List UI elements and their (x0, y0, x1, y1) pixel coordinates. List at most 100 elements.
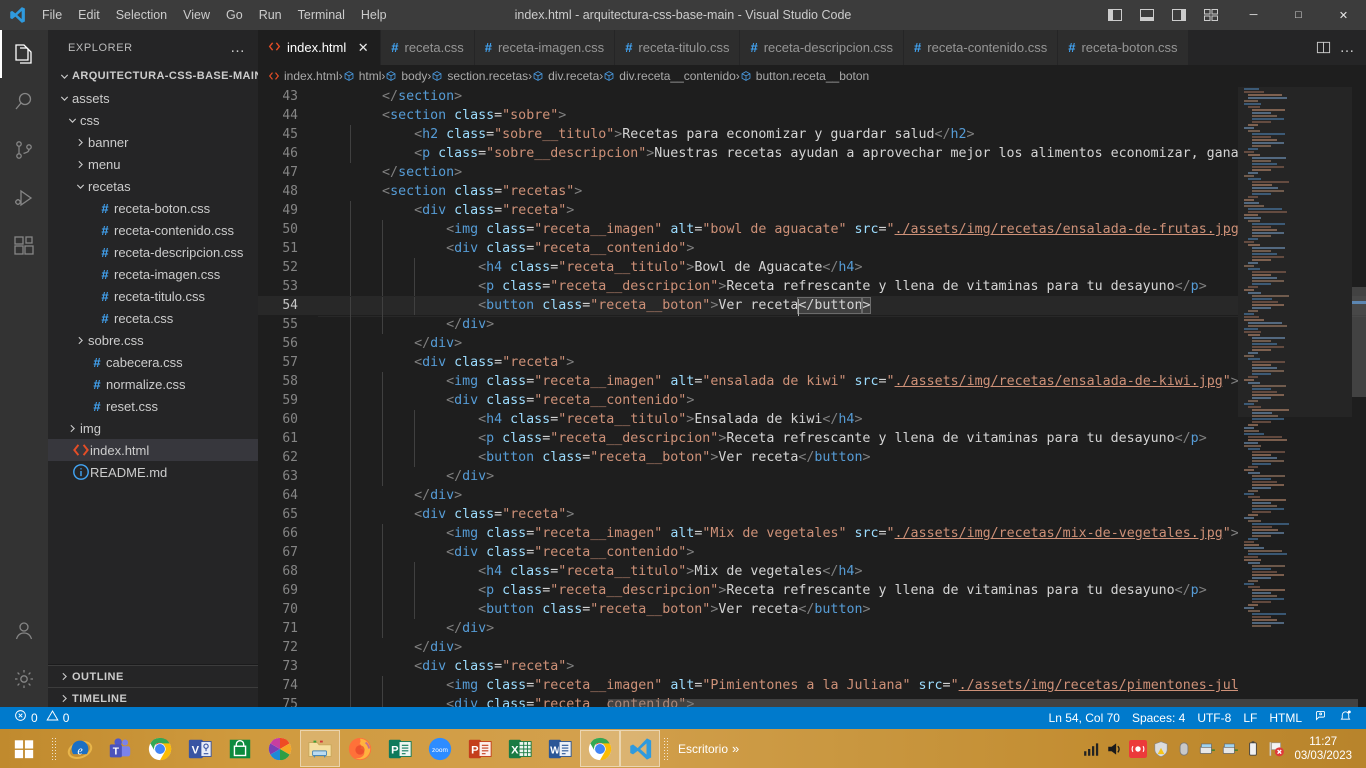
toggle-primary-sidebar-icon[interactable] (1099, 0, 1131, 30)
code-text[interactable]: </div> (318, 619, 494, 638)
code-text[interactable]: <div class="receta"> (318, 657, 574, 676)
code-content[interactable]: 43 </section> 44 <section class="sobre"> 4… (258, 87, 1366, 709)
menu-view[interactable]: View (175, 0, 218, 30)
breadcrumb-item[interactable]: section.recetas (431, 69, 528, 83)
taskbar-desktop-toolbar[interactable]: Escritorio » (678, 741, 739, 756)
activity-settings[interactable] (0, 655, 48, 703)
tree-item-receta-descripcion-css[interactable]: # receta-descripcion.css (48, 241, 258, 263)
code-line[interactable]: 67 <div class="receta__contenido"> (258, 543, 1366, 562)
code-text[interactable]: <div class="receta"> (318, 201, 574, 220)
status-cursor-position[interactable]: Ln 54, Col 70 (1043, 707, 1126, 729)
more-actions-icon[interactable]: … (1336, 30, 1358, 65)
file-tree[interactable]: ARQUITECTURA-CSS-BASE-MAIN assets css bann… (48, 65, 258, 664)
taskbar-app-internet-explorer[interactable]: e (60, 730, 100, 767)
code-text[interactable]: <button class="receta__boton">Ver receta… (318, 600, 870, 619)
code-line[interactable]: 69 <p class="receta__descripcion">Receta… (258, 581, 1366, 600)
code-line[interactable]: 50 <img class="receta__imagen" alt="bowl… (258, 220, 1366, 239)
code-text[interactable]: <div class="receta__contenido"> (318, 543, 694, 562)
code-text[interactable]: </div> (318, 334, 462, 353)
code-line[interactable]: 70 <button class="receta__boton">Ver rec… (258, 600, 1366, 619)
code-text[interactable]: <img class="receta__imagen" alt="Pimient… (318, 676, 1311, 695)
code-line[interactable]: 45 <h2 class="sobre__titulo">Recetas par… (258, 125, 1366, 144)
code-text[interactable]: <img class="receta__imagen" alt="ensalad… (318, 372, 1239, 391)
taskbar-apps[interactable]: e T V Pzoom P X W (60, 729, 660, 768)
menu-terminal[interactable]: Terminal (290, 0, 353, 30)
taskbar-app-microsoft-visio[interactable]: V (180, 730, 220, 767)
taskbar-app-zoom[interactable]: zoom (420, 730, 460, 767)
breadcrumb-item[interactable]: button.receta__boton (740, 69, 869, 83)
status-feedback[interactable] (1308, 707, 1333, 729)
menu-bar[interactable]: File Edit Selection View Go Run Terminal… (34, 0, 395, 30)
code-line[interactable]: 58 <img class="receta__imagen" alt="ensa… (258, 372, 1366, 391)
taskbar-app-visual-studio-code[interactable] (620, 730, 660, 767)
shield-warning-icon[interactable] (1152, 740, 1170, 758)
code-text[interactable]: </div> (318, 638, 462, 657)
code-line[interactable]: 54 <button class="receta__boton">Ver rec… (258, 296, 1366, 317)
tree-item-receta-boton-css[interactable]: # receta-boton.css (48, 197, 258, 219)
code-line[interactable]: 59 <div class="receta__contenido"> (258, 391, 1366, 410)
code-text[interactable]: <img class="receta__imagen" alt="bowl de… (318, 220, 1255, 239)
tab-receta-imagen-css[interactable]: # receta-imagen.css (474, 30, 616, 65)
code-line[interactable]: 73 <div class="receta"> (258, 657, 1366, 676)
tree-root-folder[interactable]: ARQUITECTURA-CSS-BASE-MAIN (48, 65, 258, 87)
code-text[interactable]: </div> (318, 467, 494, 486)
customize-layout-icon[interactable] (1195, 0, 1227, 30)
status-encoding[interactable]: UTF-8 (1191, 707, 1237, 729)
network-2-icon[interactable] (1221, 740, 1239, 758)
taskbar-app-microsoft-word[interactable]: W (540, 730, 580, 767)
code-line[interactable]: 44 <section class="sobre"> (258, 106, 1366, 125)
breadcrumb-item[interactable]: div.receta__contenido (603, 69, 736, 83)
code-line[interactable]: 62 <button class="receta__boton">Ver rec… (258, 448, 1366, 467)
tab-receta-contenido-css[interactable]: # receta-contenido.css (904, 30, 1059, 65)
tree-item-assets[interactable]: assets (48, 87, 258, 109)
taskbar-app-microsoft-powerpoint[interactable]: P (460, 730, 500, 767)
tree-item-receta-titulo-css[interactable]: # receta-titulo.css (48, 285, 258, 307)
code-text[interactable]: </section> (318, 87, 462, 106)
code-line[interactable]: 49 <div class="receta"> (258, 201, 1366, 220)
code-text[interactable]: <div class="receta__contenido"> (318, 239, 694, 258)
activity-run-debug[interactable] (0, 174, 48, 222)
breadcrumb-item[interactable]: div.receta (532, 69, 599, 83)
battery-icon[interactable] (1244, 740, 1262, 758)
code-text[interactable]: <p class="sobre__descripcion">Nuestras r… (318, 144, 1319, 163)
code-line[interactable]: 57 <div class="receta"> (258, 353, 1366, 372)
speaker-icon[interactable] (1106, 740, 1124, 758)
code-line[interactable]: 53 <p class="receta__descripcion">Receta… (258, 277, 1366, 296)
code-text[interactable]: <h4 class="receta__titulo">Bowl de Aguac… (318, 258, 862, 277)
explorer-more-icon[interactable]: … (230, 39, 250, 56)
code-line[interactable]: 43 </section> (258, 87, 1366, 106)
tree-item-readme-md[interactable]: README.md (48, 461, 258, 483)
tree-item-receta-imagen-css[interactable]: # receta-imagen.css (48, 263, 258, 285)
toggle-secondary-sidebar-icon[interactable] (1163, 0, 1195, 30)
menu-go[interactable]: Go (218, 0, 251, 30)
code-text[interactable]: <button class="receta__boton">Ver receta… (318, 296, 872, 316)
code-text[interactable]: <div class="receta__contenido"> (318, 391, 694, 410)
code-line[interactable]: 47 </section> (258, 163, 1366, 182)
code-text[interactable]: <h4 class="receta__titulo">Mix de vegeta… (318, 562, 862, 581)
code-text[interactable]: </section> (318, 163, 462, 182)
record-icon[interactable] (1129, 739, 1148, 758)
tree-item-index-html[interactable]: index.html (48, 439, 258, 461)
taskbar-app-mozilla-firefox[interactable] (340, 730, 380, 767)
menu-edit[interactable]: Edit (70, 0, 108, 30)
tab-receta-boton-css[interactable]: # receta-boton.css (1058, 30, 1189, 65)
code-line[interactable]: 48 <section class="recetas"> (258, 182, 1366, 201)
split-editor-icon[interactable] (1312, 30, 1334, 65)
taskbar-app-microsoft-teams[interactable]: T (100, 730, 140, 767)
taskbar-clock[interactable]: 11:27 03/03/2023 (1290, 735, 1360, 763)
code-text[interactable]: <section class="sobre"> (318, 106, 566, 125)
taskbar-app-google-chrome[interactable] (140, 730, 180, 767)
menu-help[interactable]: Help (353, 0, 395, 30)
tree-item-reset-css[interactable]: # reset.css (48, 395, 258, 417)
status-language-mode[interactable]: HTML (1263, 707, 1308, 729)
taskbar-app-microsoft-excel[interactable]: X (500, 730, 540, 767)
code-line[interactable]: 66 <img class="receta__imagen" alt="Mix … (258, 524, 1366, 543)
signal-icon[interactable] (1083, 740, 1101, 758)
code-text[interactable]: <img class="receta__imagen" alt="Mix de … (318, 524, 1239, 543)
code-line[interactable]: 46 <p class="sobre__descripcion">Nuestra… (258, 144, 1366, 163)
tab-receta-titulo-css[interactable]: # receta-titulo.css (615, 30, 741, 65)
code-text[interactable]: <div class="receta"> (318, 505, 574, 524)
breadcrumb-item[interactable]: html (343, 69, 381, 83)
code-line[interactable]: 56 </div> (258, 334, 1366, 353)
activity-source-control[interactable] (0, 126, 48, 174)
